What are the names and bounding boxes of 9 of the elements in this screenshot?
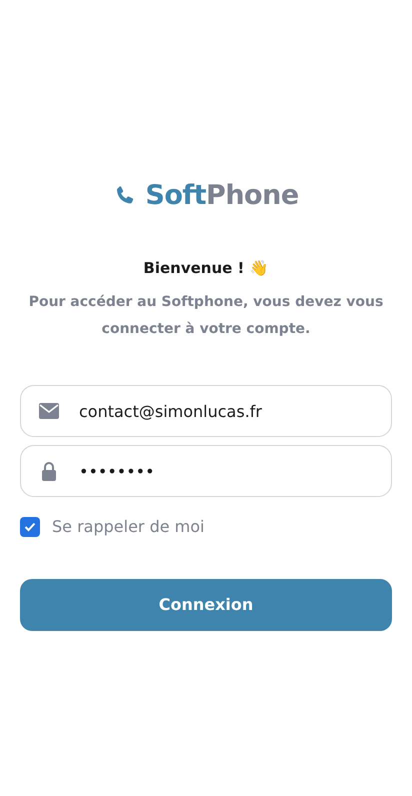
description-text: Pour accéder au Softphone, vous devez vous connecter à votre compte.	[28, 293, 384, 339]
remember-label: Se rappeler de moi	[52, 516, 204, 538]
remember-checkbox[interactable]	[20, 517, 40, 537]
logo-text: SoftPhone	[145, 179, 299, 213]
welcome-heading: Bienvenue ! 👋	[142, 258, 270, 278]
email-field[interactable]: contact@simonlucas.fr	[20, 385, 392, 437]
password-field[interactable]: ••••••••	[20, 445, 392, 497]
check-icon	[24, 522, 36, 532]
login-button[interactable]: Connexion	[20, 579, 392, 631]
